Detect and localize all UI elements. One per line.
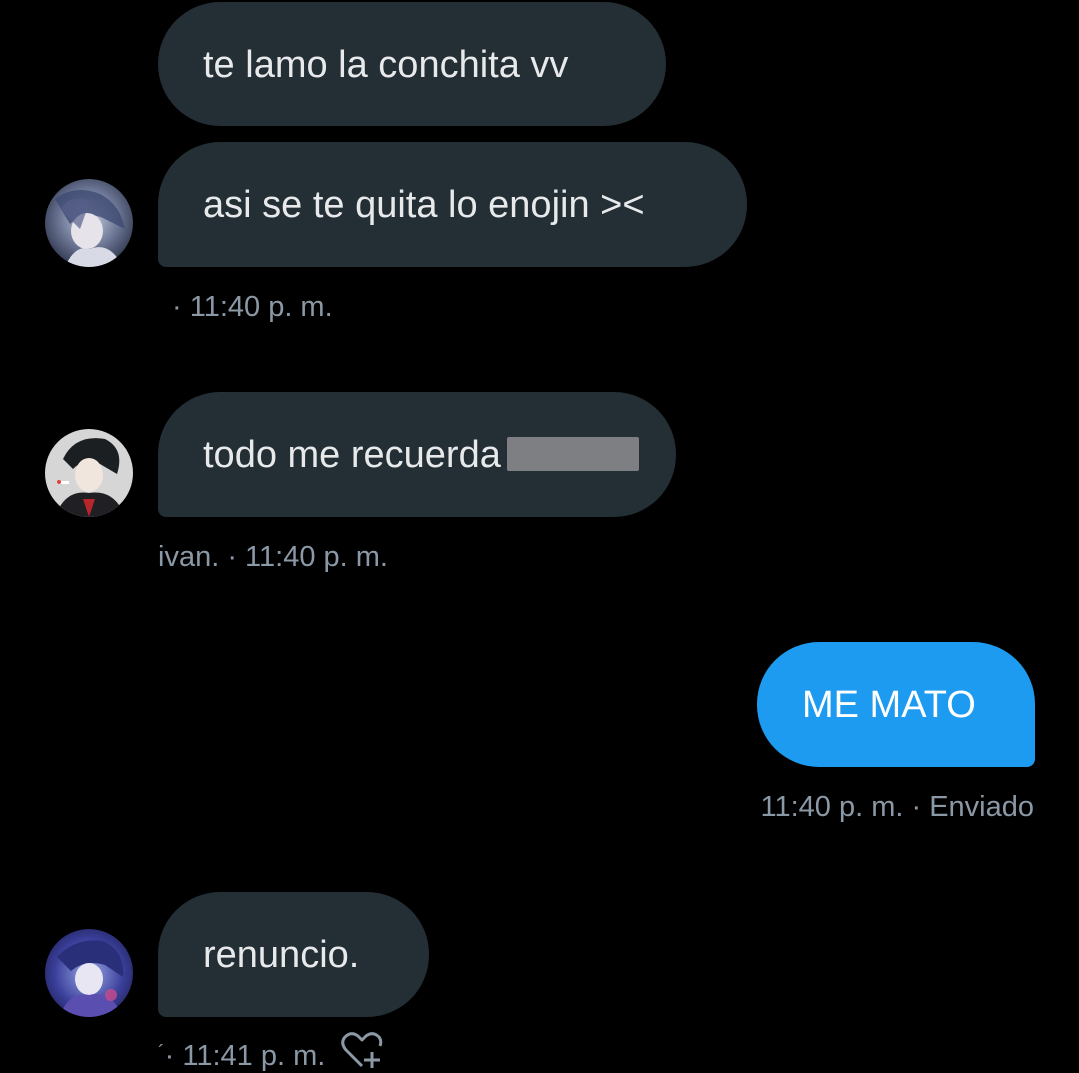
- message-bubble-received[interactable]: todo me recuerda: [158, 392, 676, 517]
- avatar-image: [45, 179, 133, 267]
- avatar[interactable]: [45, 929, 133, 1017]
- avatar[interactable]: [45, 179, 133, 267]
- message-text: ME MATO: [802, 684, 976, 726]
- timestamp-text: · 11:41 p. m.: [164, 1040, 326, 1072]
- message-bubble-sent[interactable]: ME MATO: [757, 642, 1035, 767]
- redacted-block: [506, 437, 639, 471]
- message-timestamp: ´· 11:41 p. m.: [158, 1036, 325, 1073]
- avatar-image: [45, 429, 133, 517]
- message-text: te lamo la conchita vv: [203, 44, 569, 86]
- message-bubble-received[interactable]: renuncio.: [158, 892, 429, 1017]
- message-status: 11:40 p. m. · Enviado: [760, 791, 1034, 823]
- message-timestamp: · 11:40 p. m.: [172, 291, 333, 323]
- avatar[interactable]: [45, 429, 133, 517]
- message-bubble-received[interactable]: te lamo la conchita vv: [158, 2, 666, 126]
- timestamp-prefix: ´: [158, 1042, 165, 1064]
- message-text: asi se te quita lo enojin ><: [203, 184, 645, 226]
- message-text: renuncio.: [203, 934, 360, 976]
- message-text: todo me recuerda: [203, 434, 501, 476]
- message-timestamp: ivan. · 11:40 p. m.: [158, 541, 388, 573]
- heart-plus-icon[interactable]: [340, 1030, 384, 1070]
- message-bubble-received[interactable]: asi se te quita lo enojin ><: [158, 142, 747, 267]
- avatar-image: [45, 929, 133, 1017]
